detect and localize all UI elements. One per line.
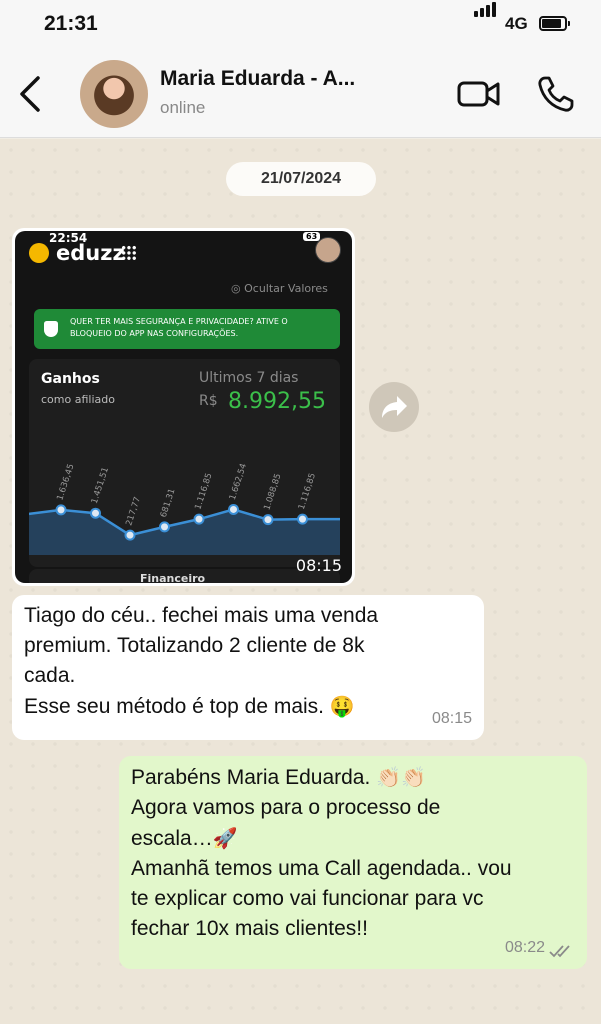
status-time: 21:31 [44,12,98,35]
chart-point [90,507,101,519]
forward-icon[interactable] [369,382,419,432]
message-time: 08:15 [431,710,472,727]
incoming-message[interactable]: Tiago do céu.. fechei mais uma venda pre… [12,595,484,740]
chart-data-label: 1.116,85 [297,472,318,511]
outgoing-message[interactable]: Parabéns Maria Eduarda. 👏🏻👏🏻 Agora vamos… [119,756,587,969]
eduzz-logo-icon [29,243,49,263]
screenshot-avatar [315,237,341,263]
message-line: Agora vamos para o processo de [131,796,441,819]
total-value: 8.992,55 [228,389,326,414]
security-banner: QUER TER MAIS SEGURANÇA E PRIVACIDADE? A… [34,309,340,349]
chart-data-label: 1.662,54 [228,462,249,501]
message-line: te explicar como vai funcionar para vc [131,887,484,910]
chart-point [262,514,274,526]
message-line-with-emoji: Parabéns Maria Eduarda. 👏🏻👏🏻 [131,762,575,793]
double-check-icon [549,945,570,958]
clapping-emoji: 👏🏻👏🏻 [376,765,426,789]
message-line: Amanhã temos uma Call agendada.. vou [131,857,512,880]
chart-point [297,513,308,525]
rocket-emoji: 🚀 [212,826,238,850]
contact-status: online [160,98,206,117]
chart-point [55,504,67,516]
message-line: Tiago do céu.. fechei mais uma venda [24,604,379,627]
message-line: cada. [24,664,76,687]
message-time: 08:15 [295,556,342,575]
app-name: eduzz [56,241,125,265]
earnings-card: Ganhos como afiliado Ultimos 7 dias R$ 8… [29,359,340,567]
chart-point [124,529,136,541]
message-line: Parabéns Maria Eduarda. [131,766,371,789]
chart-data-label: 217,77 [124,496,143,527]
video-call-icon[interactable] [457,74,501,114]
hide-values-label: ◎ Ocultar Valores [231,282,328,295]
chart-point [159,521,170,533]
battery-icon [539,16,570,31]
message-line-with-emoji: escala…🚀 [131,823,575,854]
contact-name[interactable]: Maria Eduarda - A... [160,67,355,91]
date-separator: 21/07/2024 [226,162,376,196]
chat-area[interactable]: 21/07/2024 22:54 63 eduzz ◎ Ocultar Valo… [0,139,601,1024]
network-label: 4G [505,14,528,33]
chart-data-label: 1.116,85 [193,472,214,511]
chart-data-label: 681,31 [159,487,178,518]
message-line: premium. Totalizando 2 cliente de 8k [24,634,365,657]
chart-data-label: 1.451,51 [90,466,111,505]
chart-area [29,509,340,555]
shared-screenshot[interactable]: 22:54 63 eduzz ◎ Ocultar Valores QUER TE… [15,231,352,583]
earnings-line-chart: 1.636,45 1.451,51 217,77 681,31 1.116,85 1.66… [29,462,340,555]
message-line: Esse seu método é top de mais. [24,695,324,718]
shield-icon [44,321,58,337]
card-subtitle: como afiliado [41,393,115,406]
currency-label: R$ [199,393,218,409]
phone-call-icon[interactable] [536,74,576,114]
money-face-emoji: 🤑 [329,694,355,718]
banner-text: QUER TER MAIS SEGURANÇA E PRIVACIDADE? A… [70,317,288,338]
back-arrow-icon[interactable] [14,74,48,114]
status-bar: 21:31 4G [0,0,601,52]
contact-avatar[interactable] [80,60,148,128]
screenshot-battery: 63 [303,232,321,241]
chart-data-label: 1.088,85 [262,472,283,511]
grid-menu-icon [121,245,137,261]
chart-point [193,513,205,525]
hide-values-text: Ocultar Valores [244,282,328,295]
chat-header: Maria Eduarda - A... online [0,52,601,138]
chart-point [228,503,239,515]
period-label: Ultimos 7 dias [199,370,299,386]
message-time: 08:22 [504,939,545,956]
message-line: escala… [131,827,213,850]
card-title: Ganhos [41,371,100,387]
financeiro-label: Financeiro [140,572,206,583]
message-line-with-emoji: Esse seu método é top de mais. 🤑 [24,691,472,722]
image-message[interactable]: 22:54 63 eduzz ◎ Ocultar Valores QUER TE… [12,228,355,586]
chart-data-label: 1.636,45 [55,463,76,502]
